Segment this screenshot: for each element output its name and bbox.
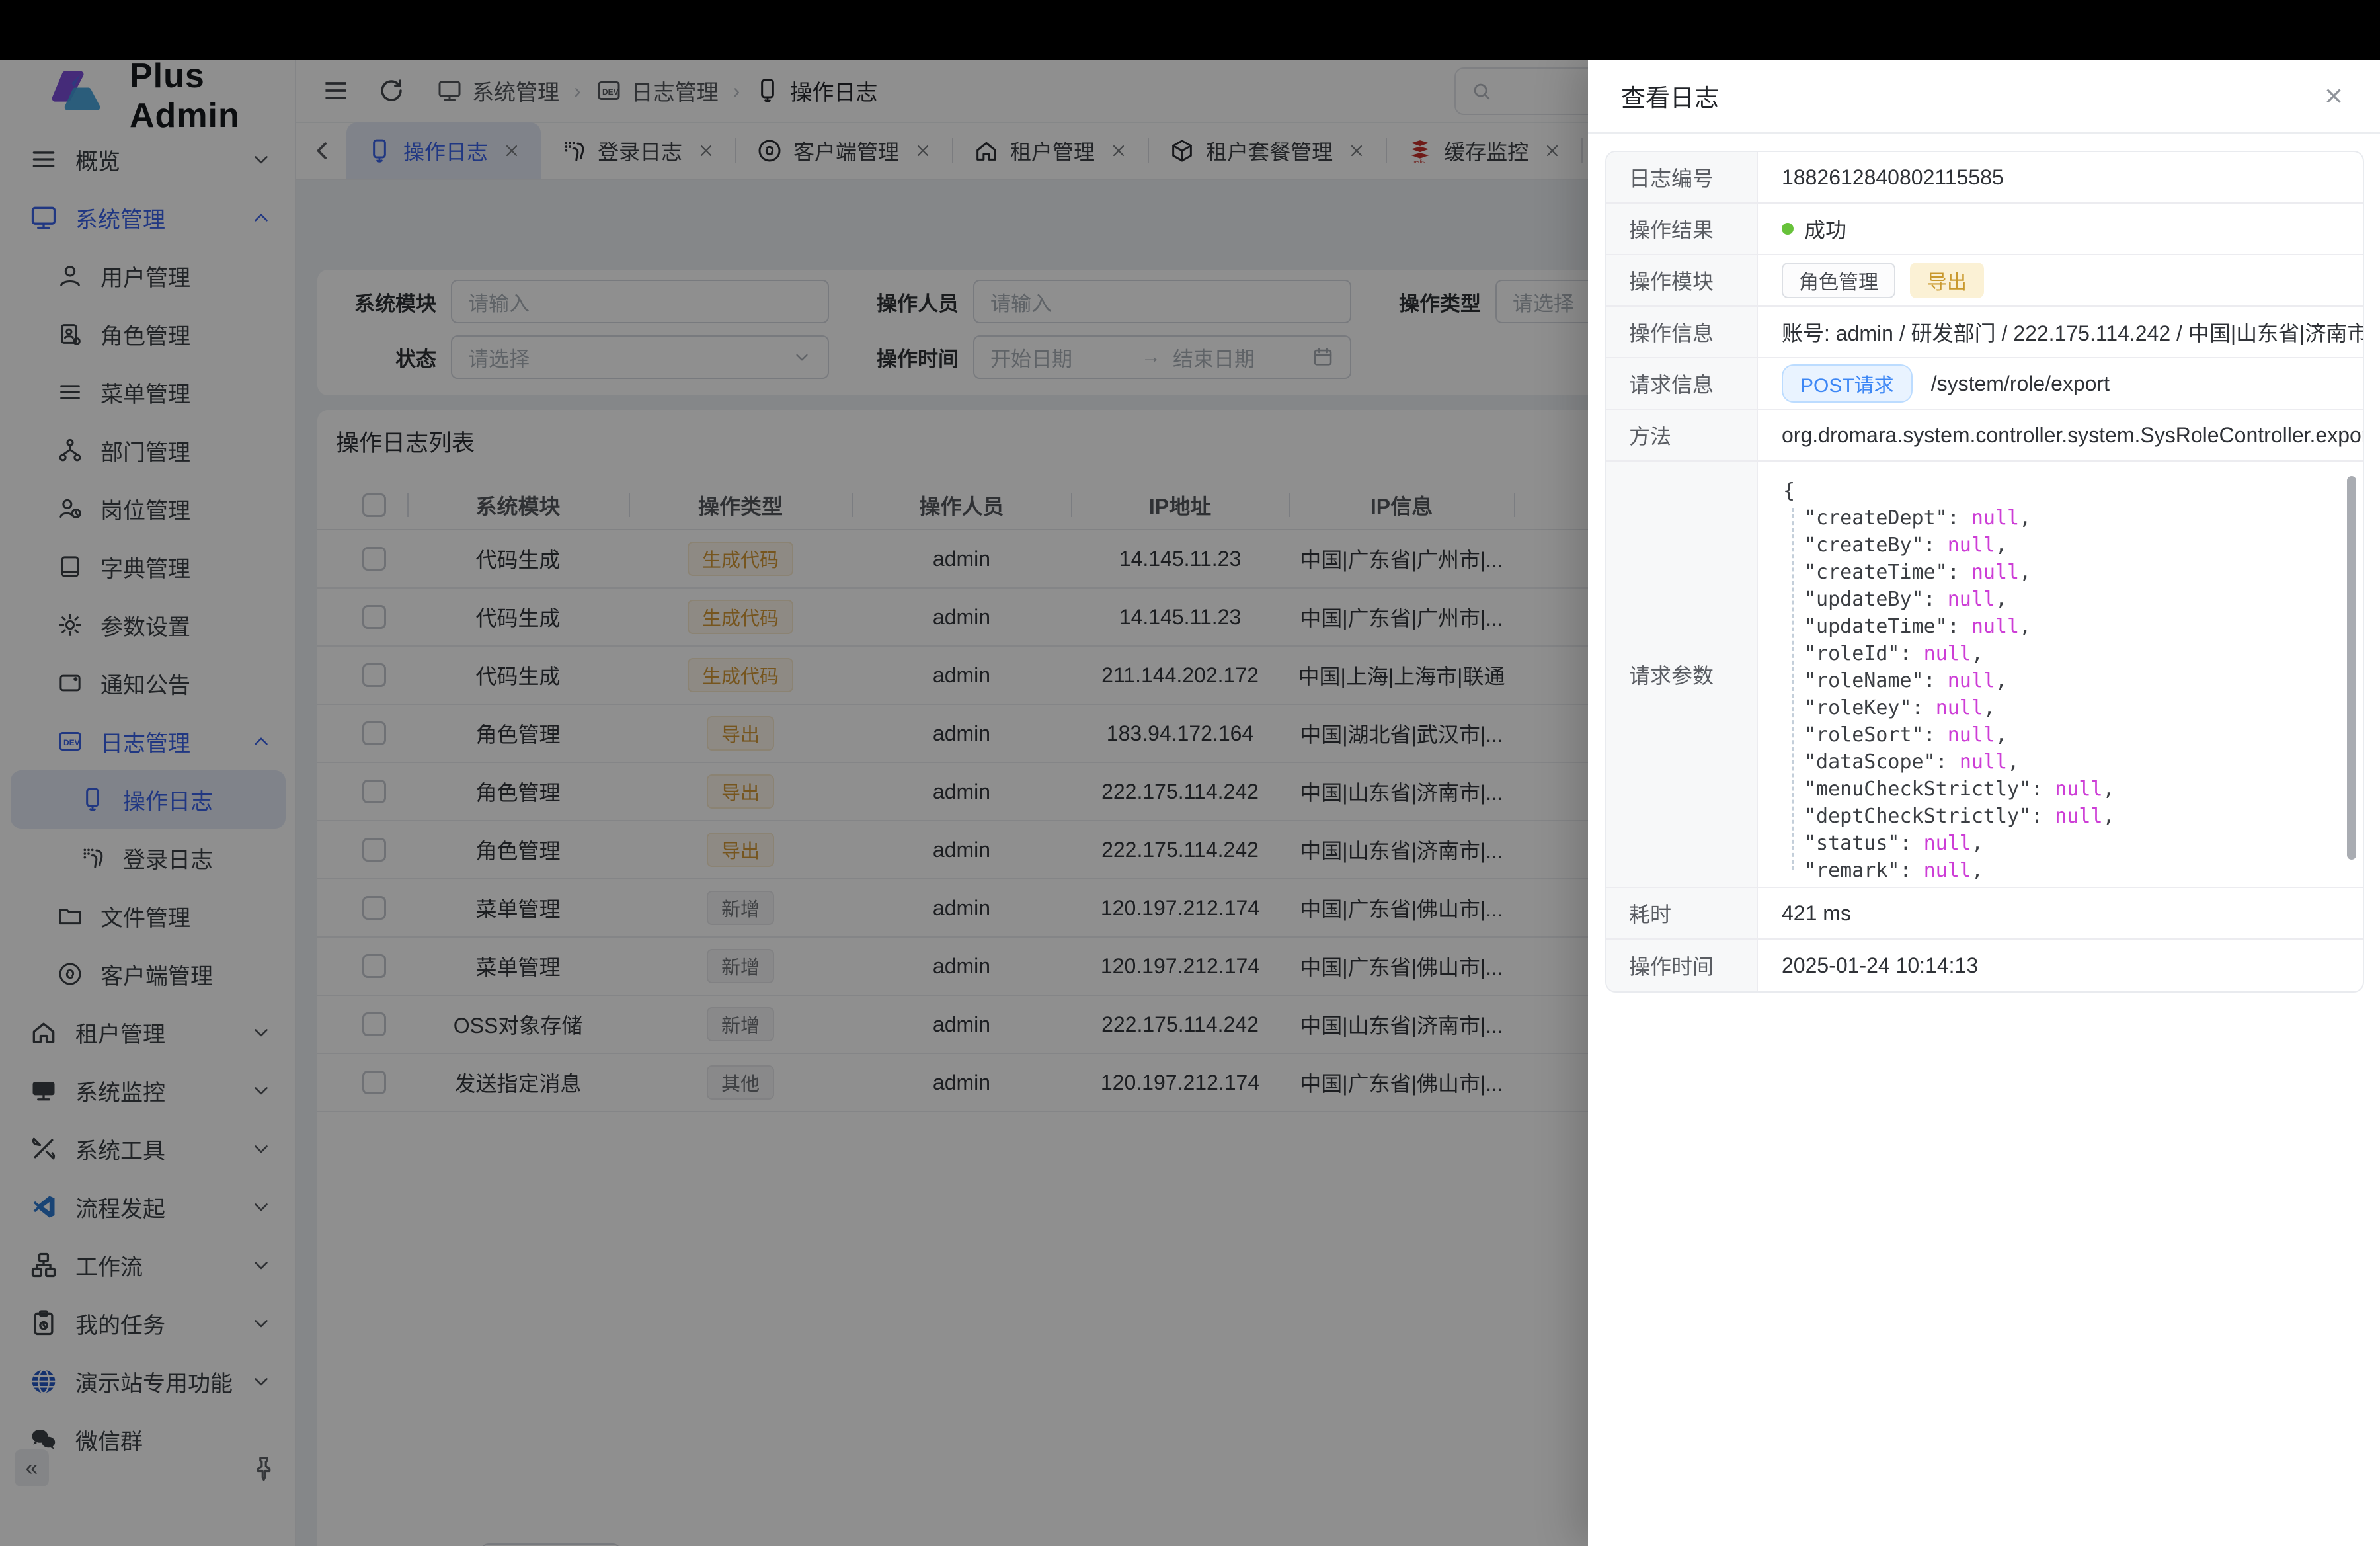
detail-label: 操作时间 <box>1606 940 1758 991</box>
request-url: /system/role/export <box>1931 372 2110 396</box>
detail-row-耗时: 耗时 421 ms <box>1606 888 2363 940</box>
detail-row-操作结果: 操作结果 成功 <box>1606 204 2363 255</box>
detail-row-方法: 方法 org.dromara.system.controller.system.S… <box>1606 410 2363 462</box>
json-line: "createDept": null, <box>1783 505 2115 532</box>
detail-label: 请求信息 <box>1606 358 1758 409</box>
detail-value: 2025-01-24 10:14:13 <box>1782 954 1978 978</box>
detail-row-日志编号: 日志编号 1882612840802115585 <box>1606 152 2363 204</box>
json-line: "roleName": null, <box>1783 667 2115 694</box>
json-line: "roleId": null, <box>1783 640 2115 667</box>
detail-row-操作时间: 操作时间 2025-01-24 10:14:13 <box>1606 940 2363 991</box>
detail-value: org.dromara.system.controller.system.Sys… <box>1782 423 2363 448</box>
json-line: "remark": null, <box>1783 857 2115 884</box>
detail-label: 方法 <box>1606 410 1758 460</box>
detail-value: 成功 <box>1804 214 1846 244</box>
detail-label: 操作模块 <box>1606 255 1758 305</box>
detail-label: 日志编号 <box>1606 152 1758 202</box>
json-line: "createBy": null, <box>1783 532 2115 559</box>
json-line: "deptCheckStrictly": null, <box>1783 803 2115 830</box>
json-line: "updateBy": null, <box>1783 586 2115 613</box>
detail-label: 请求参数 <box>1606 462 1758 887</box>
detail-label: 操作结果 <box>1606 204 1758 254</box>
detail-label: 耗时 <box>1606 888 1758 938</box>
request-params-json[interactable]: {"createDept": null,"createBy": null,"cr… <box>1758 462 2363 887</box>
detail-value: 1882612840802115585 <box>1782 165 2004 190</box>
detail-label: 操作信息 <box>1606 307 1758 357</box>
json-line: "roleSort": null, <box>1783 721 2115 749</box>
drawer-header: 查看日志 <box>1588 60 2380 134</box>
close-icon[interactable] <box>2320 83 2347 109</box>
http-method-tag: POST请求 <box>1782 364 1913 403</box>
json-line: "menuCheckStrictly": null, <box>1783 776 2115 803</box>
detail-row-操作模块: 操作模块角色管理导出 <box>1606 255 2363 307</box>
detail-row-操作信息: 操作信息账号: admin / 研发部门 / 222.175.114.242 /… <box>1606 307 2363 358</box>
detail-row-请求参数: 请求参数{"createDept": null,"createBy": null… <box>1606 462 2363 888</box>
json-line: "roleKey": null, <box>1783 694 2115 721</box>
view-log-drawer: 查看日志 日志编号 1882612840802115585 操作结果 成功操作模块角色… <box>1588 60 2380 1546</box>
json-line: "createTime": null, <box>1783 559 2115 586</box>
json-scrollbar[interactable] <box>2347 476 2356 860</box>
detail-value: 421 ms <box>1782 901 1851 926</box>
detail-row-请求信息: 请求信息 POST请求/system/role/export <box>1606 358 2363 410</box>
log-detail-table: 日志编号1882612840802115585操作结果成功操作模块角色管理导出操… <box>1605 151 2364 993</box>
json-line: { <box>1783 477 2115 505</box>
json-line: "dataScope": null, <box>1783 749 2115 776</box>
json-line: "updateTime": null, <box>1783 613 2115 640</box>
module-tag: 角色管理 <box>1782 263 1895 298</box>
detail-value: 账号: admin / 研发部门 / 222.175.114.242 / 中国|… <box>1782 317 2363 347</box>
module-tag: 导出 <box>1910 263 1984 298</box>
json-line: "status": null, <box>1783 830 2115 857</box>
drawer-title: 查看日志 <box>1621 78 2320 114</box>
success-dot-icon <box>1782 223 1794 235</box>
